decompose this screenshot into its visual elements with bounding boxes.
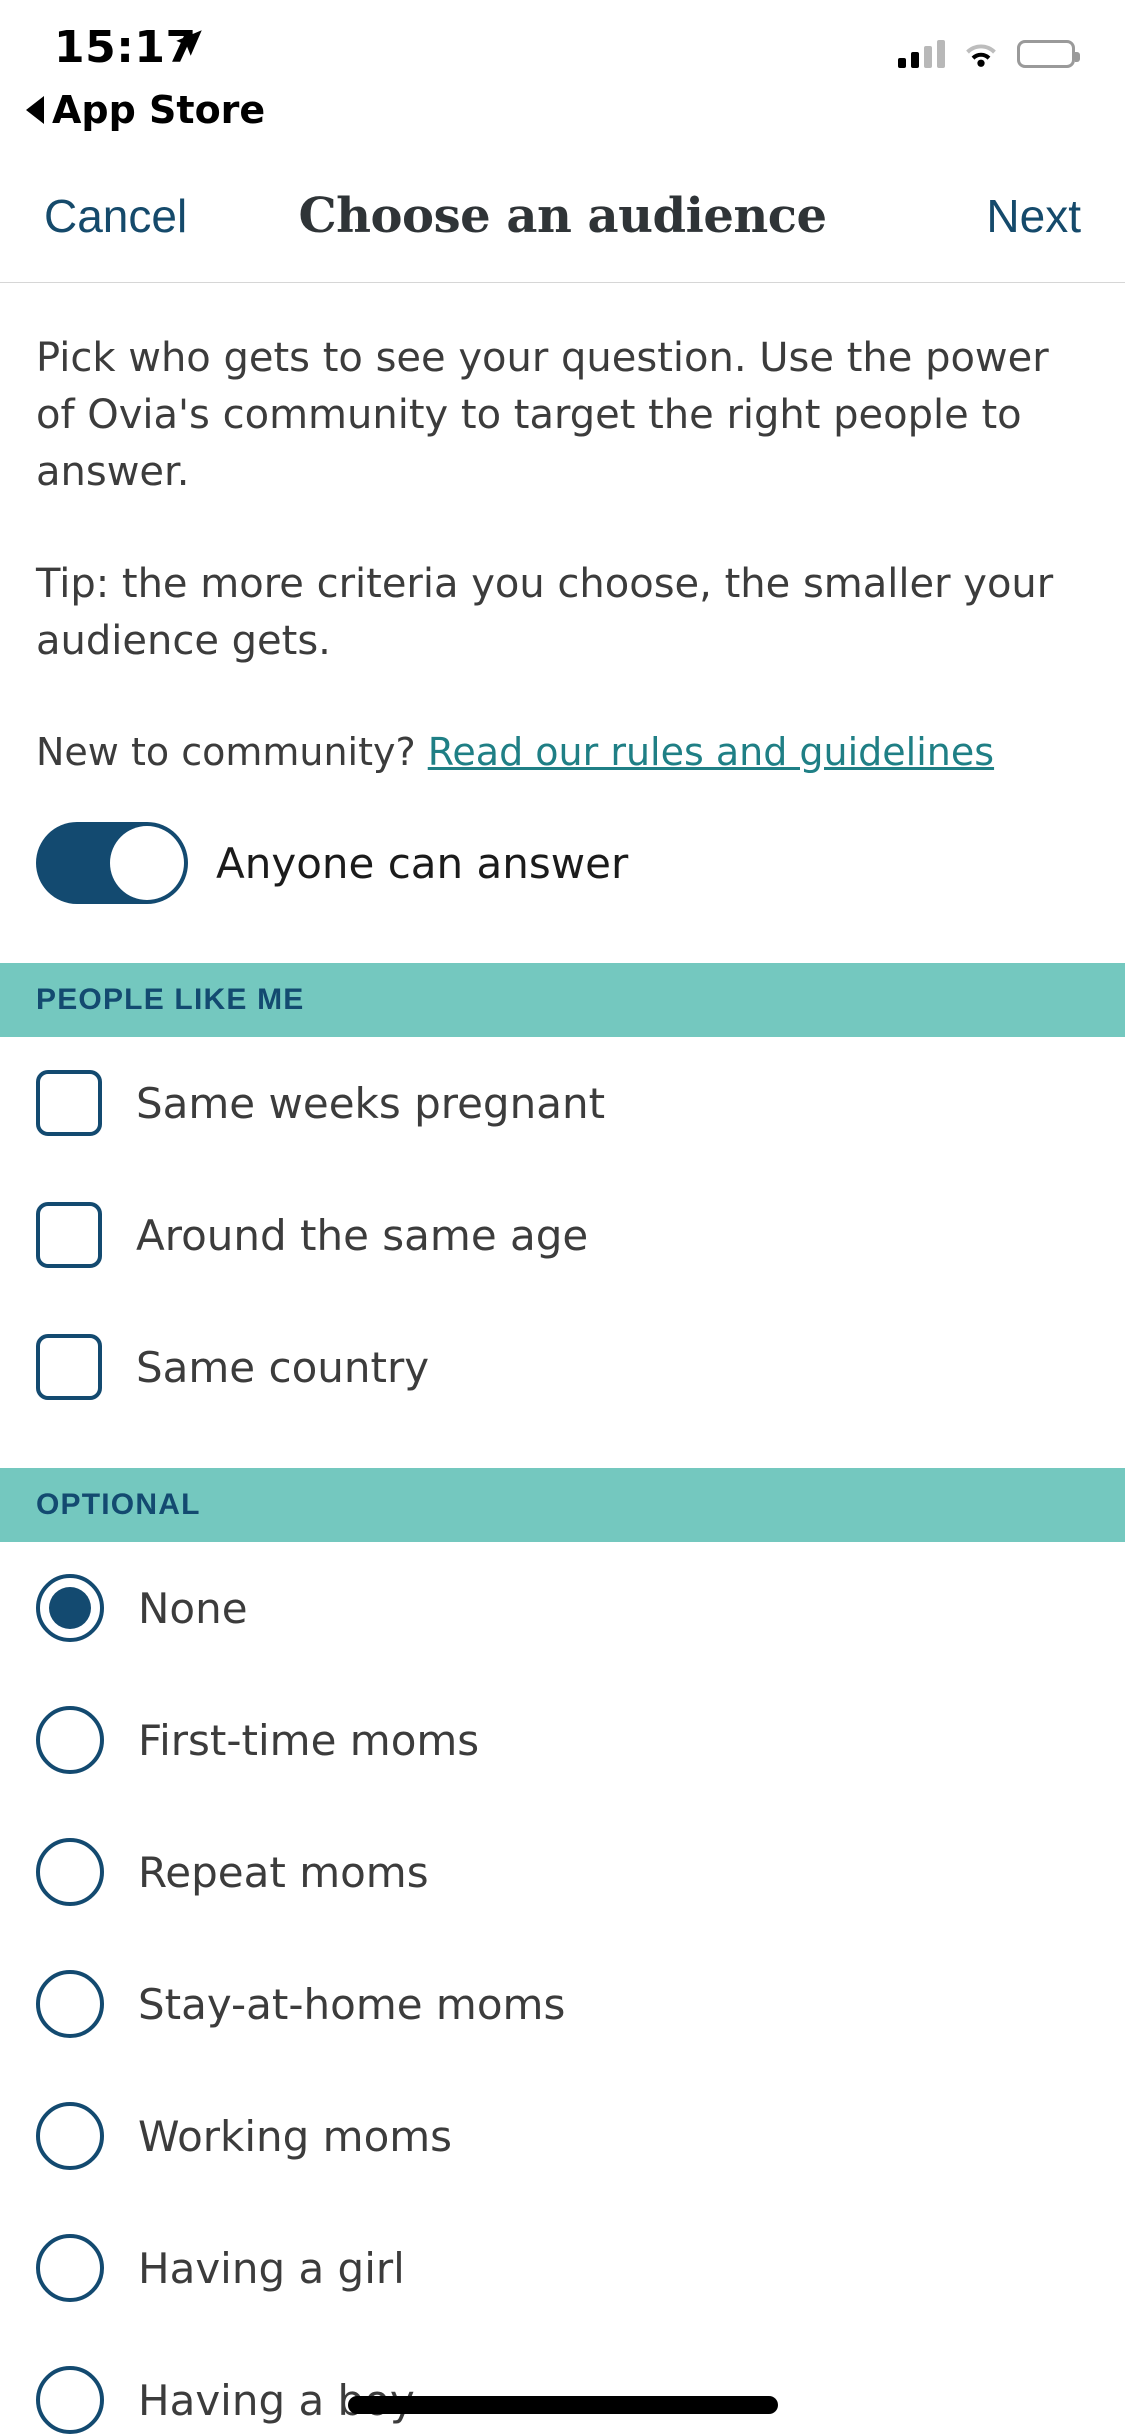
checkbox-around-the-same-age[interactable]: [36, 1202, 102, 1268]
section-header-label: PEOPLE LIKE ME: [36, 983, 305, 1016]
option-label: Working moms: [138, 2111, 453, 2161]
anyone-can-answer-toggle[interactable]: [36, 822, 188, 904]
status-bar: 15:17 App Store: [0, 0, 1125, 150]
intro-paragraph-1: Pick who gets to see your question. Use …: [36, 335, 1049, 495]
radio-working-moms[interactable]: [36, 2102, 104, 2170]
option-row-first-time-moms[interactable]: First-time moms: [0, 1674, 1125, 1806]
cellular-signal-icon: [898, 40, 945, 68]
community-rules-prefix: New to community?: [36, 729, 428, 774]
radio-stay-at-home-moms[interactable]: [36, 1970, 104, 2038]
option-row-having-a-boy[interactable]: Having a boy: [0, 2334, 1125, 2436]
back-to-app-store-button[interactable]: App Store: [26, 88, 265, 132]
option-label: Around the same age: [136, 1210, 589, 1260]
battery-icon: [1017, 40, 1080, 68]
radio-having-a-boy[interactable]: [36, 2366, 104, 2434]
section-header-people-like-me: PEOPLE LIKE ME: [0, 963, 1125, 1037]
option-label: Stay-at-home moms: [138, 1979, 566, 2029]
toggle-knob: [110, 826, 184, 900]
option-label: Same weeks pregnant: [136, 1078, 606, 1128]
navigation-bar: Cancel Choose an audience Next: [0, 150, 1125, 283]
people-like-me-options: Same weeks pregnant Around the same age …: [0, 1037, 1125, 1433]
option-row-working-moms[interactable]: Working moms: [0, 2070, 1125, 2202]
option-row-having-a-girl[interactable]: Having a girl: [0, 2202, 1125, 2334]
location-arrow-icon: [176, 30, 202, 56]
checkbox-same-country[interactable]: [36, 1334, 102, 1400]
back-triangle-icon: [26, 96, 44, 124]
optional-options: None First-time moms Repeat moms Stay-at…: [0, 1542, 1125, 2436]
checkbox-same-weeks-pregnant[interactable]: [36, 1070, 102, 1136]
intro-block: Pick who gets to see your question. Use …: [0, 283, 1125, 780]
next-button[interactable]: Next: [986, 189, 1081, 243]
option-row-around-the-same-age[interactable]: Around the same age: [0, 1169, 1125, 1301]
app-screen: 15:17 App Store Cancel Choose an audienc…: [0, 0, 1125, 2436]
wifi-icon: [966, 44, 996, 67]
anyone-can-answer-label: Anyone can answer: [216, 838, 629, 888]
radio-dot: [49, 1587, 91, 1629]
radio-first-time-moms[interactable]: [36, 1706, 104, 1774]
option-row-none[interactable]: None: [0, 1542, 1125, 1674]
radio-having-a-girl[interactable]: [36, 2234, 104, 2302]
option-row-same-country[interactable]: Same country: [0, 1301, 1125, 1433]
back-label: App Store: [52, 88, 266, 132]
community-rules-link[interactable]: Read our rules and guidelines: [428, 730, 994, 774]
option-label: First-time moms: [138, 1715, 480, 1765]
section-header-optional: OPTIONAL: [0, 1468, 1125, 1542]
option-label: Same country: [136, 1342, 430, 1392]
cancel-button[interactable]: Cancel: [44, 189, 187, 243]
option-row-repeat-moms[interactable]: Repeat moms: [0, 1806, 1125, 1938]
option-label: Repeat moms: [138, 1847, 429, 1897]
option-row-stay-at-home-moms[interactable]: Stay-at-home moms: [0, 1938, 1125, 2070]
community-rules-line: New to community? Read our rules and gui…: [36, 726, 1089, 780]
option-label: Having a girl: [138, 2243, 405, 2293]
radio-none[interactable]: [36, 1574, 104, 1642]
option-label: None: [138, 1583, 248, 1633]
home-indicator[interactable]: [347, 2396, 778, 2414]
option-row-same-weeks-pregnant[interactable]: Same weeks pregnant: [0, 1037, 1125, 1169]
section-header-label: OPTIONAL: [36, 1488, 201, 1521]
radio-repeat-moms[interactable]: [36, 1838, 104, 1906]
status-bar-indicators: [898, 40, 1080, 68]
intro-paragraph-2: Tip: the more criteria you choose, the s…: [36, 561, 1054, 665]
anyone-can-answer-row[interactable]: Anyone can answer: [36, 822, 628, 904]
